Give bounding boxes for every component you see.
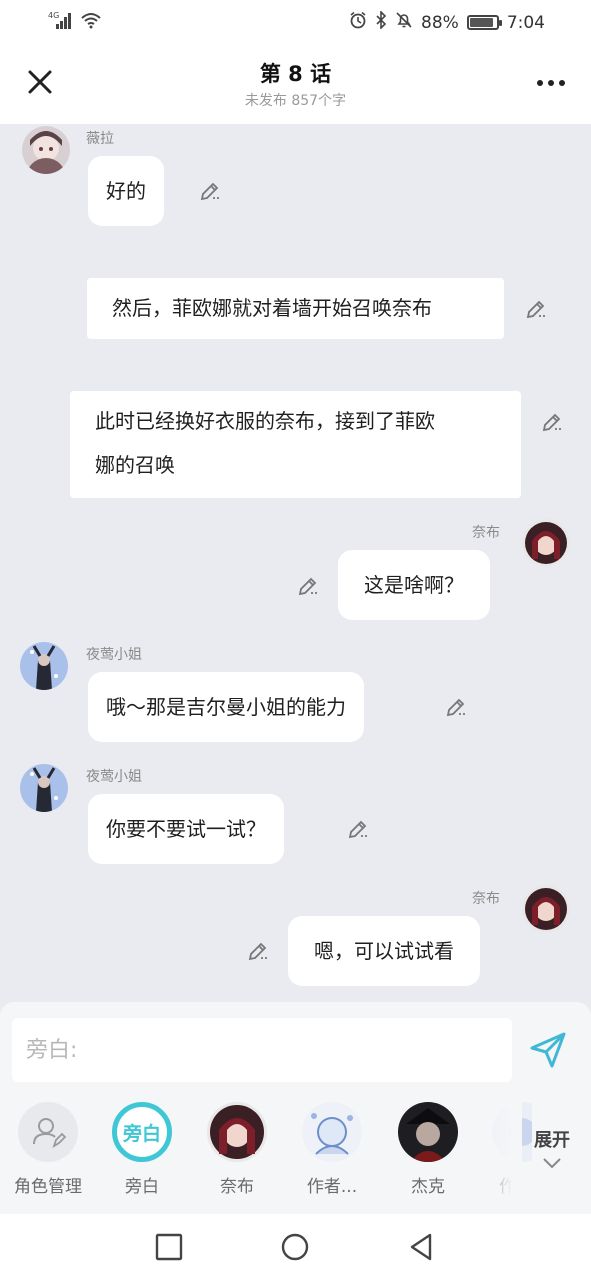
battery-fill (469, 18, 493, 27)
more-icon-dot (559, 80, 565, 86)
page-title: 第 8 话 (259, 62, 332, 86)
speaker-name: 夜莺小姐 (86, 769, 142, 785)
bluetooth-icon (375, 10, 387, 34)
role-item[interactable]: 奈布 (197, 1098, 277, 1197)
speaker-name: 奈布 (472, 891, 500, 907)
message-bubble[interactable]: 这是啥啊？ (338, 550, 490, 620)
edit-icon[interactable] (444, 695, 468, 719)
narration-line: 此时已经换好衣服的奈布，接到了菲欧 (95, 409, 435, 433)
expand-label: 展开 (534, 1130, 570, 1151)
avatar[interactable] (20, 764, 68, 812)
send-icon (530, 1032, 566, 1068)
back-button[interactable] (406, 1232, 436, 1262)
scroll-fade (474, 1098, 522, 1202)
narration-bubble[interactable]: 此时已经换好衣服的奈布，接到了菲欧 娜的召唤 (70, 391, 521, 498)
role-label: 杰克 (411, 1177, 445, 1197)
narration-bubble[interactable]: 然后，菲欧娜就对着墙开始召唤奈布 (87, 278, 504, 339)
role-label: 奈布 (220, 1177, 254, 1197)
send-button[interactable] (528, 1030, 568, 1070)
avatar (302, 1102, 362, 1162)
top-bar: 第 8 话 未发布 857个字 (0, 44, 591, 124)
speaker-name: 奈布 (472, 525, 500, 541)
input-panel: 角色管理 旁白 旁白 奈布 作者... 杰克 (0, 1002, 591, 1214)
edit-icon[interactable] (198, 179, 222, 203)
avatar[interactable] (20, 642, 68, 690)
avatar[interactable] (522, 519, 570, 567)
role-narration[interactable]: 旁白 旁白 (102, 1098, 182, 1197)
chevron-down-icon (543, 1158, 561, 1169)
message-bubble[interactable]: 好的 (88, 156, 164, 226)
role-label: 作者... (306, 1177, 358, 1197)
role-circle-text: 旁白 (122, 1123, 161, 1145)
circle-icon (281, 1233, 309, 1261)
wifi-icon (80, 11, 102, 33)
battery-percent: 88% (421, 12, 459, 33)
battery-icon (466, 15, 502, 30)
square-icon (155, 1233, 183, 1261)
role-label: 旁白 (125, 1177, 159, 1197)
more-icon-dot (537, 80, 543, 86)
more-button[interactable] (537, 80, 565, 86)
expand-button[interactable]: 展开 (522, 1126, 582, 1175)
message-bubble[interactable]: 你要不要试一试？ (88, 794, 284, 864)
role-selector: 角色管理 旁白 旁白 奈布 作者... 杰克 展开 (0, 1098, 591, 1202)
triangle-back-icon (410, 1233, 432, 1261)
avatar (207, 1102, 267, 1162)
system-nav-bar (0, 1214, 591, 1280)
chat-area[interactable]: 薇拉 好的 然后，菲欧娜就对着墙开始召唤奈布 此时已经换好衣服的奈布，接到了菲欧… (0, 124, 591, 1002)
avatar[interactable] (522, 885, 570, 933)
edit-icon[interactable] (540, 410, 564, 434)
role-narration-avatar: 旁白 (112, 1102, 172, 1162)
narration-line: 娜的召唤 (95, 453, 175, 477)
avatar[interactable] (22, 126, 70, 174)
role-item[interactable]: 作者... (292, 1098, 372, 1197)
clock: 7:04 (506, 12, 545, 33)
status-bar: 4G 88% 7:04 (0, 0, 591, 44)
role-manage-icon (18, 1102, 78, 1162)
svg-text:4G: 4G (48, 11, 59, 20)
mute-icon (395, 11, 413, 34)
role-manage[interactable]: 角色管理 (8, 1098, 88, 1197)
message-bubble[interactable]: 哦～那是吉尔曼小姐的能力 (88, 672, 364, 742)
recent-apps-button[interactable] (154, 1232, 184, 1262)
message-input[interactable] (12, 1018, 512, 1082)
role-item[interactable]: 杰克 (388, 1098, 468, 1197)
signal-icon: 4G (48, 10, 74, 34)
edit-icon[interactable] (346, 817, 370, 841)
speaker-name: 薇拉 (86, 131, 114, 147)
edit-icon[interactable] (296, 574, 320, 598)
avatar (398, 1102, 458, 1162)
home-button[interactable] (280, 1232, 310, 1262)
message-bubble[interactable]: 嗯，可以试试看 (288, 916, 480, 986)
page-subtitle: 未发布 857个字 (244, 93, 347, 109)
edit-icon[interactable] (246, 939, 270, 963)
more-icon-dot (548, 80, 554, 86)
edit-icon[interactable] (524, 297, 548, 321)
message-input-box[interactable] (12, 1018, 512, 1082)
alarm-icon (349, 11, 367, 34)
speaker-name: 夜莺小姐 (86, 647, 142, 663)
role-label: 角色管理 (14, 1177, 82, 1197)
